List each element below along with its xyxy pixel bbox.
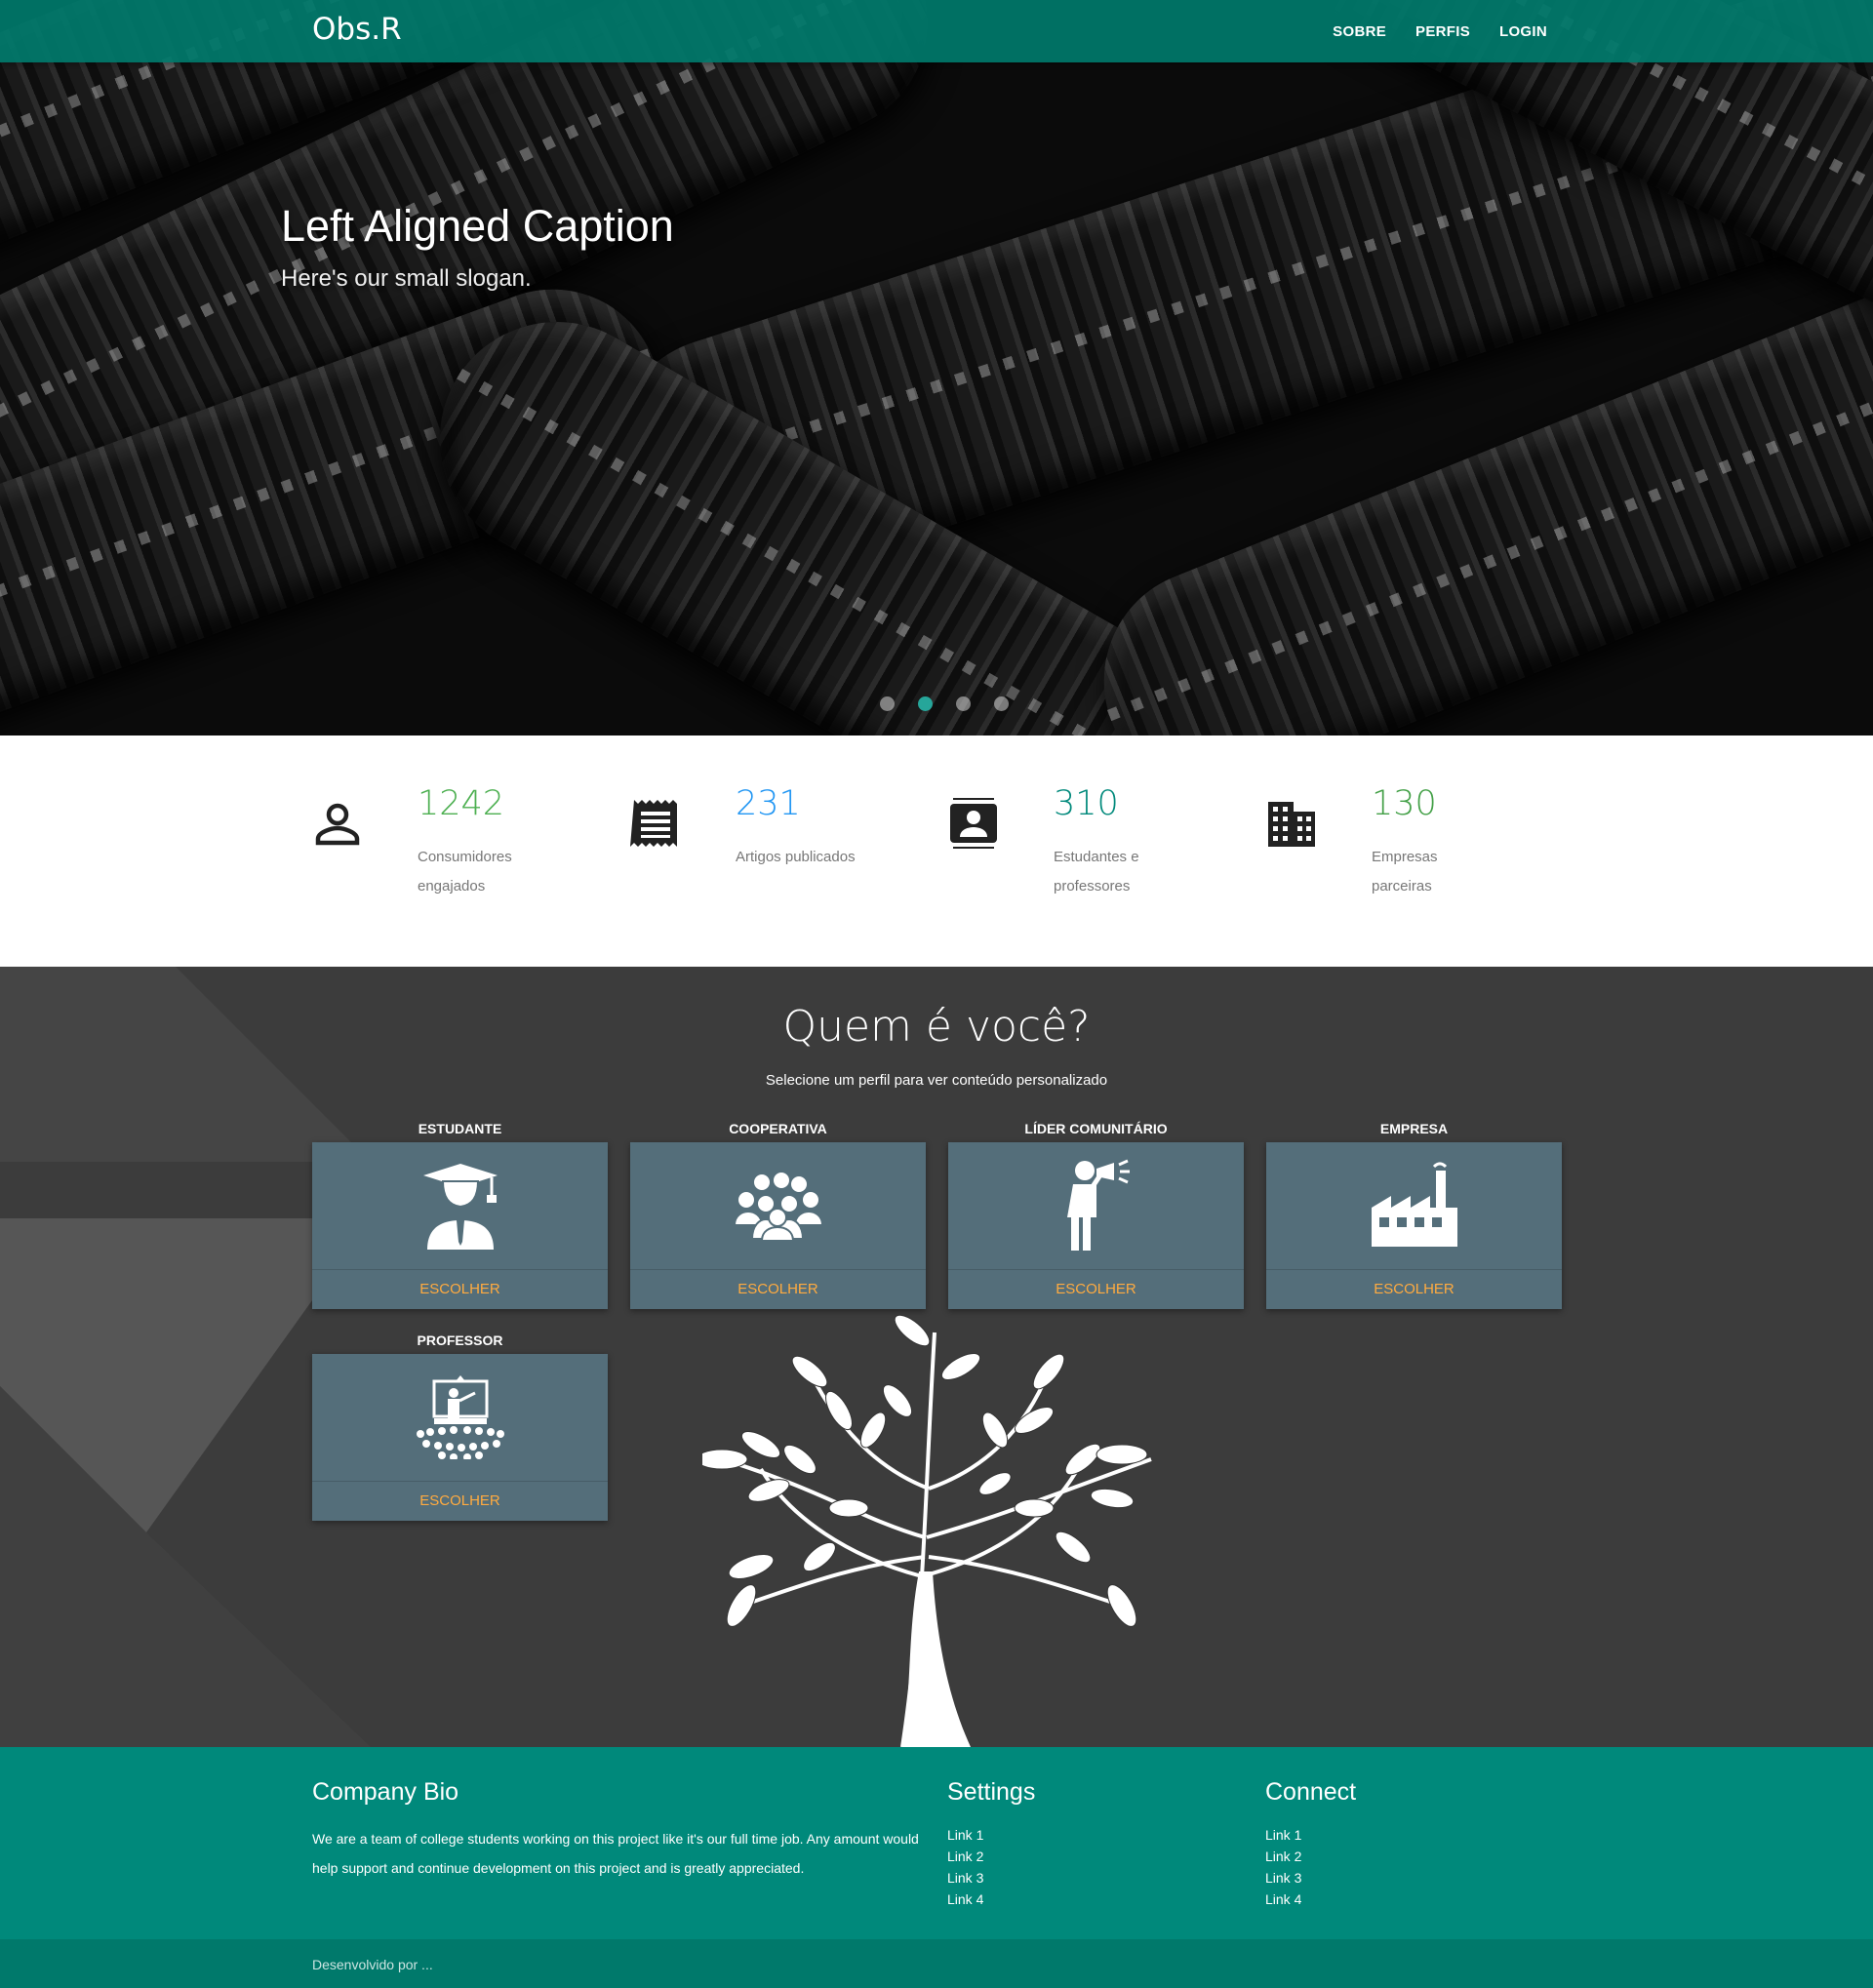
footer-bio-text: We are a team of college students workin…: [312, 1831, 919, 1876]
stat-value: 231: [736, 784, 801, 823]
hero-carousel: Left Aligned Caption Here's our small sl…: [0, 0, 1873, 736]
footer-link[interactable]: Link 4: [947, 1889, 1035, 1910]
carousel-indicators: [868, 696, 1020, 711]
choose-button[interactable]: ESCOLHER: [312, 1269, 608, 1309]
stat-label: Estudantes e professores: [1054, 849, 1139, 895]
factory-icon: [1371, 1162, 1457, 1247]
receipt-icon: [630, 800, 677, 847]
footer-link[interactable]: Link 1: [947, 1824, 1035, 1846]
card-title: LÍDER COMUNITÁRIO: [1024, 1121, 1168, 1136]
carousel-indicator[interactable]: [880, 696, 895, 711]
profile-card-cooperativa: COOPERATIVA ESCOLHER: [630, 1121, 926, 1309]
footer-bio: Company Bio We are a team of college stu…: [312, 1778, 936, 1883]
teacher-icon: [416, 1375, 504, 1459]
graduate-icon: [422, 1164, 498, 1250]
tree-illustration: [702, 1314, 1152, 1747]
nav-menu: SOBRE PERFIS LOGIN: [1303, 0, 1547, 62]
footer-link[interactable]: Link 1: [1265, 1824, 1356, 1846]
hero-caption: Left Aligned Caption Here's our small sl…: [281, 201, 674, 293]
carousel-indicator[interactable]: [994, 696, 1009, 711]
hero-slogan: Here's our small slogan.: [281, 265, 532, 292]
profile-card[interactable]: ESCOLHER: [1266, 1142, 1562, 1309]
footer-copyright: Desenvolvido por ...: [0, 1939, 1873, 1988]
nav-link-login[interactable]: LOGIN: [1499, 23, 1547, 40]
profile-card[interactable]: ESCOLHER: [630, 1142, 926, 1309]
footer-settings-title: Settings: [947, 1778, 1036, 1806]
hero-title: Left Aligned Caption: [281, 201, 674, 251]
choose-button[interactable]: ESCOLHER: [312, 1481, 608, 1521]
profile-card-empresa: EMPRESA ESCOLHER: [1266, 1121, 1562, 1309]
carousel-indicator[interactable]: [956, 696, 971, 711]
profile-card-lider: LÍDER COMUNITÁRIO ESCOLHER: [948, 1121, 1244, 1309]
nav-link-perfis[interactable]: PERFIS: [1415, 23, 1470, 40]
contact-card-icon: [950, 798, 997, 849]
section-title: Quem é você?: [782, 1002, 1091, 1052]
footer-connect: Connect Link 1 Link 2 Link 3 Link 4: [1265, 1778, 1356, 1910]
stat-label: Artigos publicados: [736, 849, 856, 865]
page-footer: Company Bio We are a team of college stu…: [0, 1747, 1873, 1939]
footer-link[interactable]: Link 3: [947, 1867, 1035, 1889]
choose-button[interactable]: ESCOLHER: [948, 1269, 1244, 1309]
stat-value: 310: [1054, 784, 1119, 823]
card-title: COOPERATIVA: [729, 1121, 827, 1136]
nav-link-sobre[interactable]: SOBRE: [1333, 23, 1386, 40]
footer-link[interactable]: Link 2: [947, 1846, 1035, 1867]
megaphone-person-icon: [1066, 1159, 1130, 1251]
profiles-section: Quem é você? Selecione um perfil para ve…: [0, 967, 1873, 1747]
stat-value: 130: [1372, 784, 1437, 823]
footer-settings: Settings Link 1 Link 2 Link 3 Link 4: [947, 1778, 1035, 1910]
copyright-text: Desenvolvido por ...: [312, 1957, 433, 1972]
card-title: ESTUDANTE: [418, 1121, 502, 1136]
stat-label: Empresas parceiras: [1372, 849, 1438, 895]
group-icon: [733, 1171, 823, 1241]
profile-card-estudante: ESTUDANTE ESCOLHER: [312, 1121, 608, 1309]
footer-link[interactable]: Link 2: [1265, 1846, 1356, 1867]
footer-bio-title: Company Bio: [312, 1778, 459, 1806]
profile-card[interactable]: ESCOLHER: [312, 1142, 608, 1309]
profile-card-professor: PROFESSOR ESCOLHER: [312, 1332, 608, 1521]
profile-card[interactable]: ESCOLHER: [948, 1142, 1244, 1309]
footer-link[interactable]: Link 4: [1265, 1889, 1356, 1910]
building-icon: [1268, 802, 1315, 847]
profile-card[interactable]: ESCOLHER: [312, 1354, 608, 1521]
carousel-indicator-active[interactable]: [918, 696, 933, 711]
footer-connect-title: Connect: [1265, 1778, 1357, 1806]
card-title: EMPRESA: [1379, 1121, 1449, 1136]
card-title: PROFESSOR: [417, 1332, 503, 1348]
stats-section: 1242 Consumidores engajados 231 Artigos …: [0, 736, 1873, 967]
stat-value: 1242: [418, 784, 505, 823]
brand-logo[interactable]: Obs.R: [312, 12, 402, 47]
top-navbar: Obs.R SOBRE PERFIS LOGIN: [0, 0, 1873, 62]
section-subtitle: Selecione um perfil para ver conteúdo pe…: [765, 1072, 1108, 1089]
person-icon: [315, 803, 360, 846]
stat-label: Consumidores engajados: [418, 849, 512, 895]
footer-link[interactable]: Link 3: [1265, 1867, 1356, 1889]
choose-button[interactable]: ESCOLHER: [630, 1269, 926, 1309]
choose-button[interactable]: ESCOLHER: [1266, 1269, 1562, 1309]
